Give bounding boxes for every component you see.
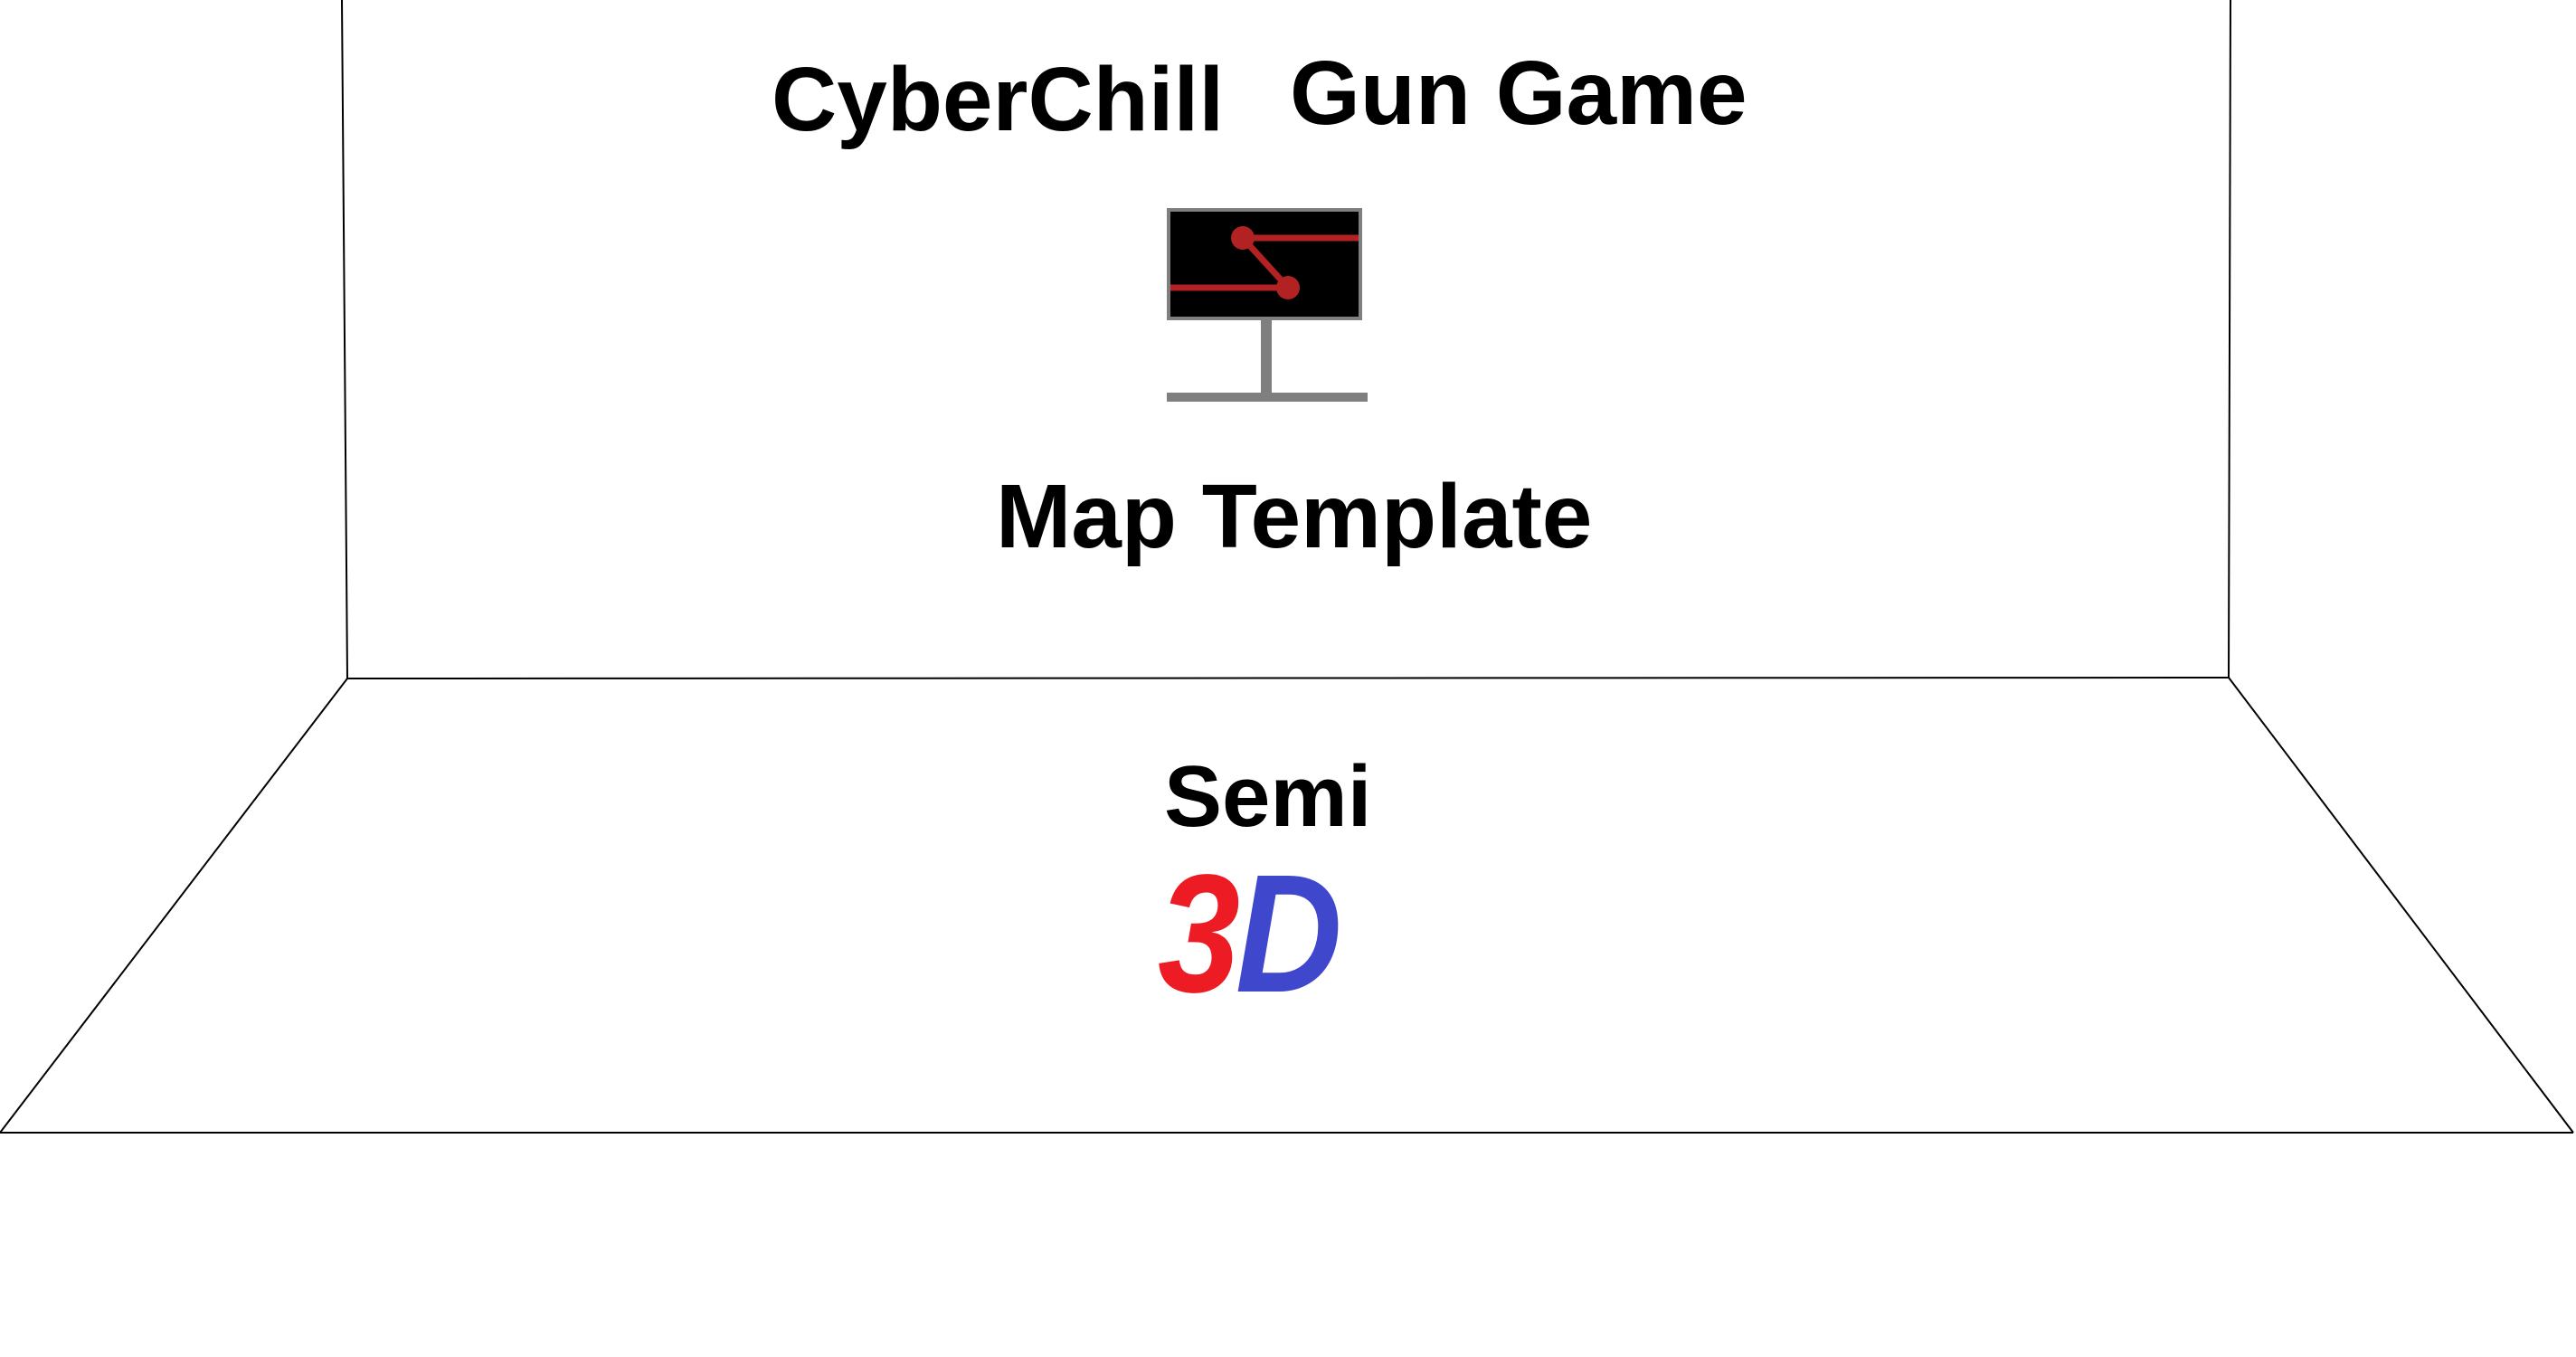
room-outline bbox=[0, 0, 2574, 1134]
logo-3d-letter: D bbox=[1235, 840, 1342, 1028]
map-sign-icon[interactable] bbox=[1167, 208, 1368, 405]
sign-base bbox=[1167, 393, 1368, 402]
back-wall-right-edge bbox=[2228, 0, 2231, 678]
sign-post bbox=[1261, 320, 1272, 394]
semi-label: Semi bbox=[1164, 748, 1372, 845]
sign-route-node-start bbox=[1231, 226, 1255, 250]
title-cyberchill: CyberChill bbox=[772, 49, 1225, 150]
map-template-label: Map Template bbox=[996, 466, 1593, 567]
back-wall-left-edge bbox=[341, 0, 348, 679]
title-gun-game: Gun Game bbox=[1290, 43, 1747, 144]
sign-route-node-end bbox=[1276, 276, 1300, 299]
floor-right-edge bbox=[2228, 677, 2574, 1134]
floor-left-edge bbox=[0, 678, 348, 1134]
logo-3d-digit: 3 bbox=[1158, 840, 1240, 1028]
title-scene: CyberChill Gun Game Map Template Semi 3D bbox=[0, 0, 2576, 1357]
logo-3d: 3D bbox=[1158, 850, 1342, 1019]
